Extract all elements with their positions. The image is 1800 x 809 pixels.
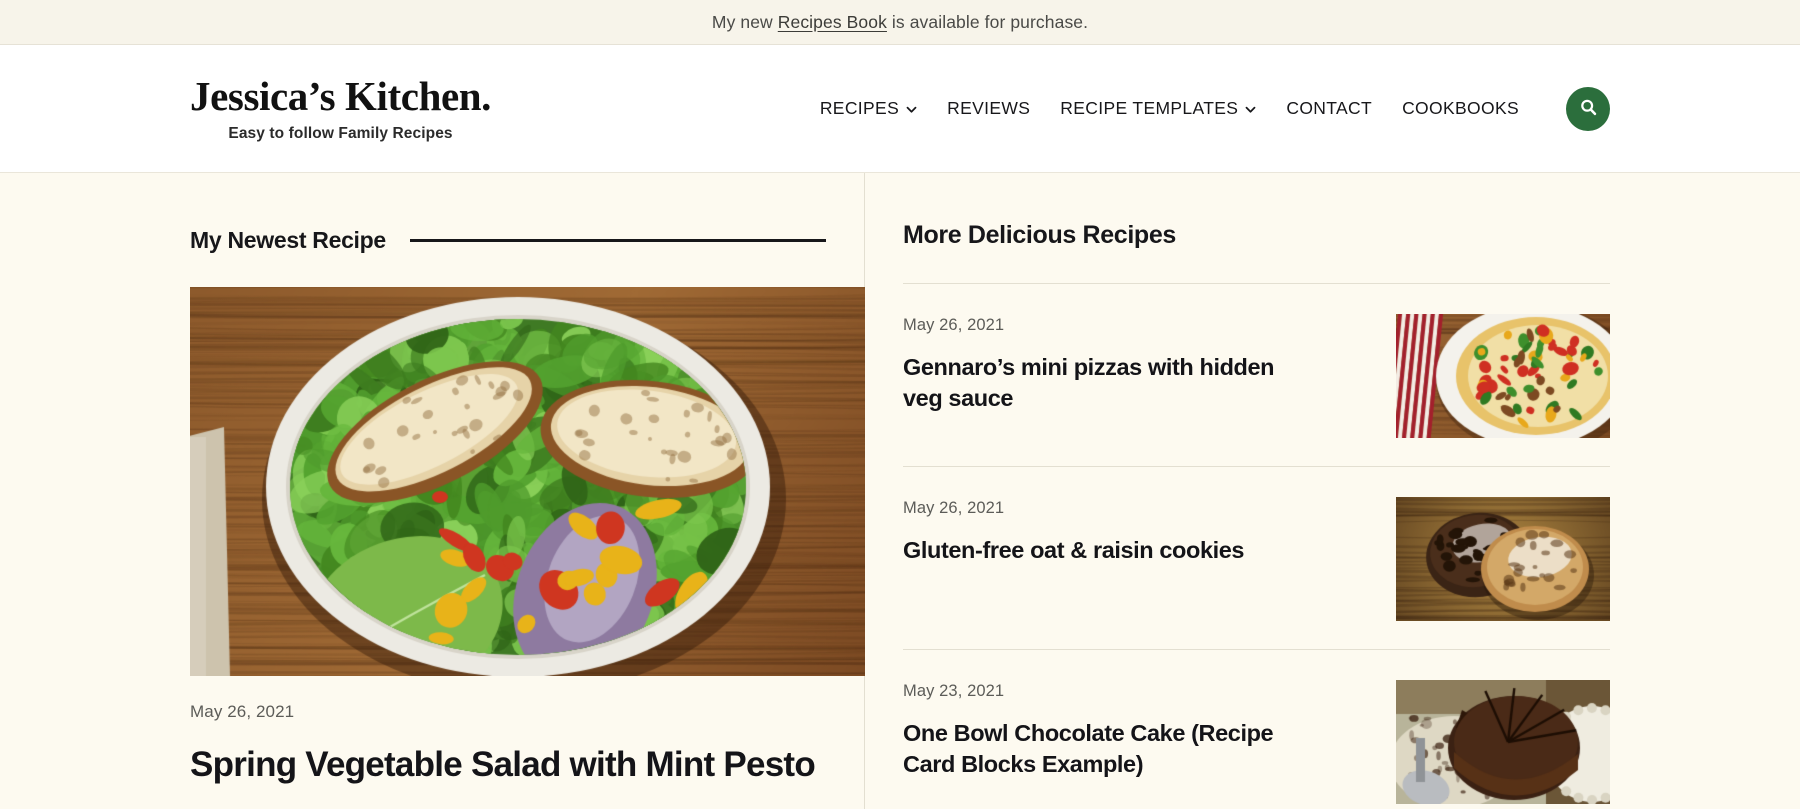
main-column: My Newest Recipe May 26, 2021 Spring Veg… bbox=[190, 173, 865, 809]
list-item-text: May 26, 2021 Gluten-free oat & raisin co… bbox=[903, 497, 1370, 566]
site-header: Jessica’s Kitchen. Easy to follow Family… bbox=[0, 45, 1800, 173]
thumbnail-canvas bbox=[1396, 314, 1610, 438]
announcement-suffix: is available for purchase. bbox=[886, 11, 1089, 32]
nav-item-reviews[interactable]: REVIEWS bbox=[947, 98, 1030, 119]
newest-recipe-heading: My Newest Recipe bbox=[190, 227, 826, 254]
announcement-prefix: My new bbox=[711, 11, 778, 32]
nav-label: REVIEWS bbox=[947, 98, 1031, 118]
page-content: My Newest Recipe May 26, 2021 Spring Veg… bbox=[0, 173, 1800, 809]
list-item-title[interactable]: Gennaro’s mini pizzas with hidden veg sa… bbox=[903, 352, 1308, 413]
recipes-book-link[interactable]: Recipes Book bbox=[778, 12, 887, 32]
featured-image-canvas bbox=[190, 287, 865, 676]
nav-item-recipes[interactable]: RECIPES bbox=[820, 98, 917, 119]
list-item-date: May 26, 2021 bbox=[903, 499, 1005, 517]
nav-label: CONTACT bbox=[1286, 98, 1373, 118]
main-navigation: RECIPES REVIEWS RECIPE TEMPLATES CONTACT… bbox=[820, 86, 1610, 131]
nav-label: RECIPES bbox=[819, 98, 900, 118]
list-item[interactable]: May 26, 2021 Gennaro’s mini pizzas with … bbox=[903, 283, 1610, 466]
featured-recipe-title[interactable]: Spring Vegetable Salad with Mint Pesto bbox=[190, 744, 826, 785]
nav-item-cookbooks[interactable]: COOKBOOKS bbox=[1402, 98, 1519, 119]
site-logo[interactable]: Jessica’s Kitchen. Easy to follow Family… bbox=[190, 72, 492, 142]
sidebar-section-title: More Delicious Recipes bbox=[903, 221, 1176, 249]
thumbnail-canvas bbox=[1396, 497, 1610, 621]
list-item[interactable]: May 23, 2021 One Bowl Chocolate Cake (Re… bbox=[903, 649, 1610, 809]
list-item[interactable]: May 26, 2021 Gluten-free oat & raisin co… bbox=[903, 466, 1610, 649]
list-item-thumbnail[interactable] bbox=[1396, 497, 1610, 621]
more-recipes-list: May 26, 2021 Gennaro’s mini pizzas with … bbox=[903, 283, 1610, 809]
nav-label: RECIPE TEMPLATES bbox=[1060, 98, 1239, 118]
list-item-date: May 23, 2021 bbox=[903, 682, 1005, 700]
list-item-text: May 23, 2021 One Bowl Chocolate Cake (Re… bbox=[903, 680, 1370, 779]
list-item-thumbnail[interactable] bbox=[1396, 680, 1610, 804]
brand-name: Jessica’s Kitchen. bbox=[190, 72, 492, 119]
featured-recipe-date: May 26, 2021 bbox=[190, 702, 295, 721]
list-item-title[interactable]: Gluten-free oat & raisin cookies bbox=[903, 535, 1308, 566]
announcement-text: My new Recipes Book is available for pur… bbox=[712, 12, 1088, 33]
featured-recipe-image[interactable] bbox=[190, 287, 865, 676]
list-item-title[interactable]: One Bowl Chocolate Cake (Recipe Card Blo… bbox=[903, 718, 1308, 779]
search-icon bbox=[1578, 97, 1599, 121]
heading-rule bbox=[409, 239, 826, 242]
list-item-date: May 26, 2021 bbox=[903, 316, 1005, 334]
chevron-down-icon bbox=[906, 104, 917, 115]
search-button[interactable] bbox=[1566, 86, 1610, 131]
nav-item-contact[interactable]: CONTACT bbox=[1286, 98, 1372, 119]
thumbnail-canvas bbox=[1396, 680, 1610, 804]
list-item-text: May 26, 2021 Gennaro’s mini pizzas with … bbox=[903, 314, 1370, 413]
chevron-down-icon bbox=[1245, 104, 1256, 115]
list-item-thumbnail[interactable] bbox=[1396, 314, 1610, 438]
announcement-bar: My new Recipes Book is available for pur… bbox=[0, 0, 1800, 45]
brand-tagline: Easy to follow Family Recipes bbox=[228, 124, 453, 142]
section-title: My Newest Recipe bbox=[190, 227, 386, 253]
sidebar-column: More Delicious Recipes May 26, 2021 Genn… bbox=[865, 173, 1610, 809]
nav-label: COOKBOOKS bbox=[1402, 98, 1519, 118]
nav-item-recipe-templates[interactable]: RECIPE TEMPLATES bbox=[1060, 98, 1256, 119]
